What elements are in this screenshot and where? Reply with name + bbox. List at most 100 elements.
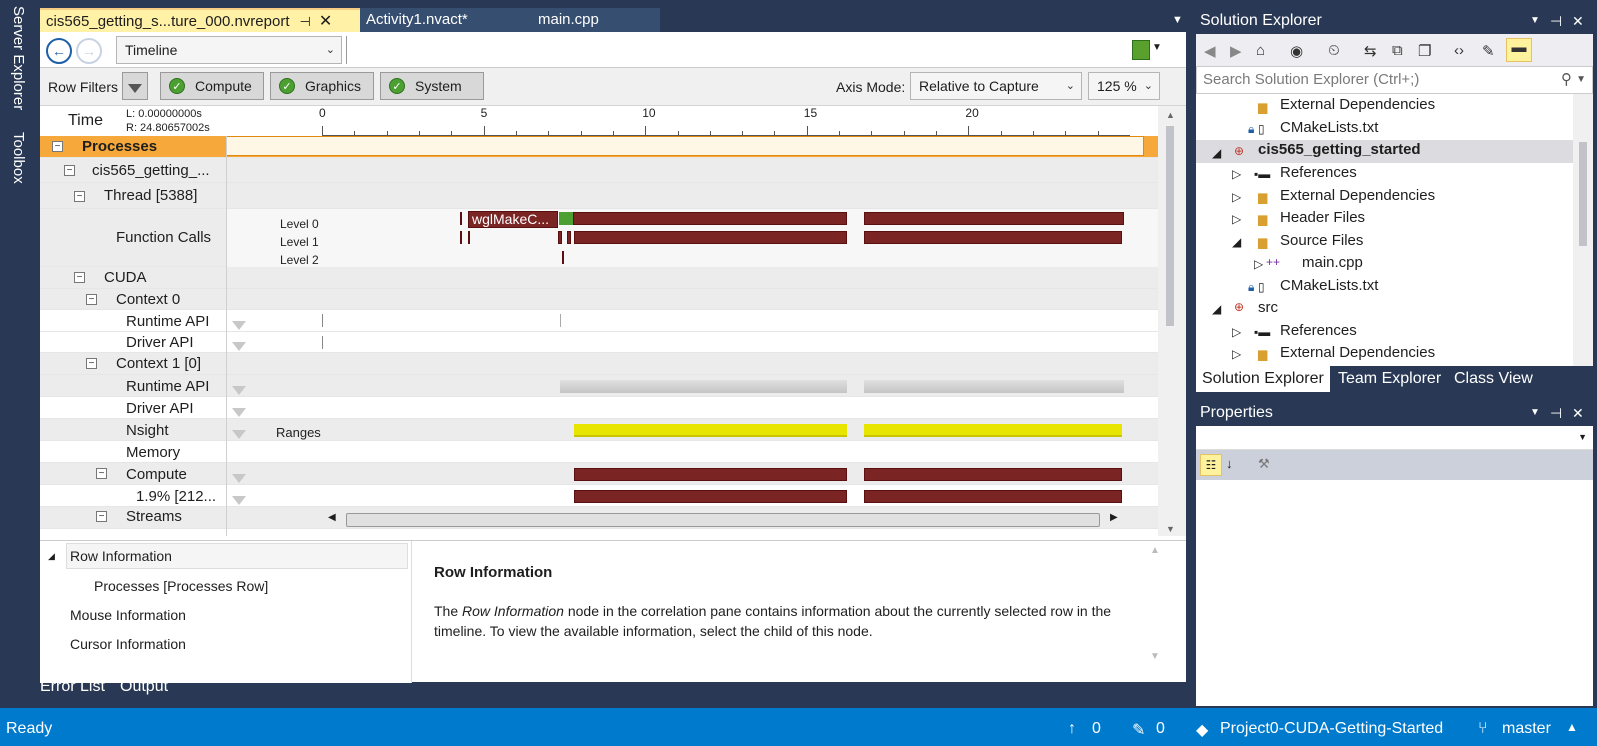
collapse-icon[interactable]: − bbox=[86, 358, 97, 369]
filter-icon[interactable] bbox=[232, 339, 246, 354]
function-calls-row[interactable]: Function Calls Level 0 Level 1 Level 2 w… bbox=[40, 209, 1158, 267]
status-repo[interactable]: Project0-CUDA-Getting-Started bbox=[1220, 720, 1443, 738]
axis-mode-select[interactable]: Relative to Capture ⌄ bbox=[910, 72, 1082, 100]
expand-icon[interactable]: ◢ bbox=[1212, 146, 1221, 160]
tree-item[interactable]: CMakeLists.txt bbox=[1280, 119, 1378, 136]
chevron-down-icon[interactable]: ▼ bbox=[1152, 42, 1162, 53]
graphics-filter-button[interactable]: ✓ Graphics bbox=[270, 72, 374, 100]
collapse-icon[interactable]: ▷ bbox=[1232, 167, 1241, 181]
tree-item[interactable]: Source Files bbox=[1280, 232, 1363, 249]
filter-icon[interactable] bbox=[232, 427, 246, 442]
status-edit-count[interactable]: 0 bbox=[1156, 720, 1165, 738]
scroll-down-icon[interactable]: ▼ bbox=[1166, 524, 1175, 534]
tree-item-mouse[interactable]: Mouse Information bbox=[70, 607, 186, 623]
system-filter-button[interactable]: ✓ System bbox=[380, 72, 484, 100]
filter-icon[interactable] bbox=[232, 405, 246, 420]
toolbox-tab[interactable]: Toolbox bbox=[10, 132, 27, 184]
collapse-icon[interactable]: − bbox=[96, 511, 107, 522]
tree-item[interactable]: cis565_getting_started bbox=[1258, 141, 1421, 158]
object-select[interactable]: ▼ bbox=[1196, 426, 1593, 450]
tree-item-row-info[interactable]: Row Information bbox=[70, 548, 172, 564]
kernel-bar[interactable] bbox=[864, 490, 1122, 503]
wgl-call-bar[interactable]: wglMakeC... bbox=[468, 211, 558, 228]
expand-icon[interactable]: ◢ bbox=[1212, 302, 1221, 316]
pin-icon[interactable]: ⊣ bbox=[1550, 8, 1562, 34]
tree-item[interactable]: main.cpp bbox=[1302, 254, 1363, 271]
status-up-count[interactable]: 0 bbox=[1092, 720, 1101, 738]
range-bar[interactable] bbox=[574, 424, 847, 437]
tab-class-view[interactable]: Class View bbox=[1448, 366, 1539, 392]
collapse-icon[interactable]: − bbox=[86, 294, 97, 305]
compute-filter-button[interactable]: ✓ Compute bbox=[160, 72, 264, 100]
forward-icon[interactable]: → bbox=[76, 38, 102, 64]
nsight-row[interactable]: Nsight Ranges bbox=[40, 419, 1158, 441]
scroll-left-icon[interactable]: ◀ bbox=[328, 512, 336, 523]
scroll-right-icon[interactable]: ▶ bbox=[1110, 512, 1118, 523]
tree-item[interactable]: External Dependencies bbox=[1280, 96, 1435, 113]
filter-icon[interactable] bbox=[232, 383, 246, 398]
pencil-icon[interactable]: ✎ bbox=[1132, 720, 1145, 740]
chevron-down-icon[interactable]: ▼ bbox=[1530, 400, 1540, 426]
back-icon[interactable]: ← bbox=[46, 38, 72, 64]
thread-row[interactable]: − Thread [5388] bbox=[40, 183, 1158, 209]
filter-icon[interactable] bbox=[232, 493, 246, 508]
driver-api-row[interactable]: Driver API bbox=[40, 397, 1158, 419]
api-bar[interactable] bbox=[560, 380, 847, 393]
runtime-api-row[interactable]: Runtime API bbox=[40, 375, 1158, 397]
history-icon[interactable]: ⏲ bbox=[1328, 42, 1340, 59]
call-bar[interactable] bbox=[864, 231, 1122, 244]
scroll-thumb[interactable] bbox=[1166, 126, 1174, 326]
forward-icon[interactable]: ▶ bbox=[1230, 42, 1242, 60]
close-icon[interactable]: ✕ bbox=[1572, 400, 1584, 426]
scroll-down-icon[interactable]: ▼ bbox=[1150, 651, 1160, 662]
search-input[interactable]: Search Solution Explorer (Ctrl+;) ⚲ ▼ bbox=[1196, 66, 1593, 94]
back-icon[interactable]: ◀ bbox=[1204, 42, 1216, 60]
scroll-up-icon[interactable]: ▲ bbox=[1150, 545, 1160, 556]
timeline-vertical-scrollbar[interactable]: ▲ ▼ bbox=[1158, 106, 1186, 536]
processes-row[interactable]: − Processes bbox=[40, 136, 1158, 158]
tree-item-cursor[interactable]: Cursor Information bbox=[70, 636, 186, 652]
branch-icon[interactable]: ⑂ bbox=[1478, 720, 1488, 738]
context0-row[interactable]: − Context 0 bbox=[40, 289, 1158, 310]
collapse-icon[interactable]: − bbox=[52, 141, 63, 152]
call-bar[interactable] bbox=[573, 212, 847, 225]
process-row[interactable]: − cis565_getting_... bbox=[40, 158, 1158, 183]
tree-item[interactable]: References bbox=[1280, 164, 1357, 181]
tab-main-cpp[interactable]: main.cpp bbox=[530, 8, 660, 32]
collapse-icon[interactable]: ▷ bbox=[1254, 257, 1263, 271]
collapse-icon[interactable]: − bbox=[74, 272, 85, 283]
filter-icon[interactable] bbox=[232, 318, 246, 333]
pin-icon[interactable]: ⊣ bbox=[1550, 400, 1562, 426]
call-bar[interactable] bbox=[864, 212, 1124, 225]
collapse-icon[interactable]: ▷ bbox=[1232, 347, 1241, 361]
sort-alpha-icon[interactable]: ↓ bbox=[1226, 456, 1233, 471]
status-branch[interactable]: master bbox=[1502, 720, 1551, 738]
tree-item-processes[interactable]: Processes [Processes Row] bbox=[94, 578, 268, 594]
tab-activity[interactable]: Activity1.nvact* bbox=[360, 8, 530, 32]
publish-icon[interactable]: ↑ bbox=[1068, 720, 1076, 738]
wrench-icon[interactable]: ⚒ bbox=[1258, 456, 1270, 472]
pin-icon[interactable]: ⊣ bbox=[300, 14, 311, 29]
server-explorer-tab[interactable]: Server Explorer bbox=[10, 6, 27, 110]
driver-api-row[interactable]: Driver API bbox=[40, 332, 1158, 353]
kernel-bar[interactable] bbox=[864, 468, 1122, 481]
filter-icon[interactable] bbox=[232, 471, 246, 486]
collapse-icon[interactable]: ▷ bbox=[1232, 190, 1241, 204]
compute-row[interactable]: − Compute bbox=[40, 463, 1158, 485]
scroll-thumb[interactable] bbox=[1579, 142, 1587, 246]
tab-overflow-icon[interactable]: ▼ bbox=[1166, 8, 1183, 32]
kernel-bar[interactable] bbox=[574, 468, 847, 481]
preview-icon[interactable]: ▬ bbox=[1506, 38, 1532, 62]
range-bar[interactable] bbox=[864, 424, 1122, 437]
tree-scrollbar[interactable] bbox=[1573, 94, 1593, 366]
kernel-bar[interactable] bbox=[574, 490, 847, 503]
call-bar[interactable] bbox=[574, 231, 847, 244]
runtime-api-row[interactable]: Runtime API bbox=[40, 310, 1158, 332]
collapse-icon[interactable]: ▷ bbox=[1232, 212, 1241, 226]
close-icon[interactable]: ✕ bbox=[319, 13, 332, 30]
collapse-icon[interactable]: − bbox=[74, 191, 85, 202]
collapse-icon[interactable]: − bbox=[64, 165, 75, 176]
wrench-icon[interactable]: ✎ bbox=[1482, 42, 1495, 60]
filter-button[interactable] bbox=[122, 72, 148, 100]
api-bar[interactable] bbox=[864, 380, 1124, 393]
